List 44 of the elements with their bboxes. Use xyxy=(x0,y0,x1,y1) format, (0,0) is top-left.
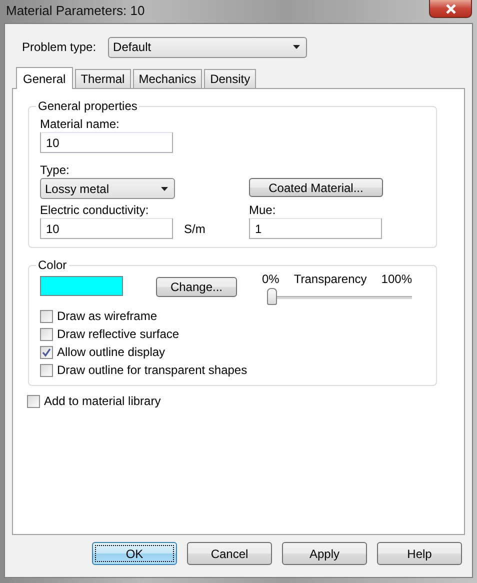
checkbox[interactable] xyxy=(27,394,40,408)
type-dropdown[interactable]: Lossy metal xyxy=(40,178,175,199)
field-label: Type: xyxy=(40,162,70,178)
slider-label: 100% xyxy=(381,272,412,286)
tab[interactable]: General xyxy=(16,67,73,89)
dropdown-arrow-icon xyxy=(293,45,300,49)
tab[interactable]: Mechanics xyxy=(132,69,202,88)
input-field[interactable]: 10 xyxy=(40,218,173,239)
field-label: Problem type: xyxy=(22,40,96,54)
checkbox-label[interactable]: Draw reflective surface xyxy=(57,327,180,341)
dialog-button[interactable]: Cancel xyxy=(187,542,272,565)
field-label: Mue: xyxy=(249,202,277,218)
close-icon xyxy=(444,4,456,14)
tab[interactable]: Density xyxy=(204,69,256,88)
slider-label: Transparency xyxy=(294,272,367,286)
checkbox-label[interactable]: Draw as wireframe xyxy=(57,309,158,323)
tab[interactable]: Thermal xyxy=(74,69,131,88)
field-label: Electric conductivity: xyxy=(40,202,150,218)
change-button[interactable]: Change... xyxy=(156,277,237,297)
window-title: Material Parameters: 10 xyxy=(6,2,145,18)
coated-material-button[interactable]: Coated Material... xyxy=(249,178,383,197)
checkbox[interactable] xyxy=(40,346,53,358)
group-title: General properties xyxy=(37,99,138,113)
slider-thumb[interactable] xyxy=(267,288,277,305)
color-swatch[interactable] xyxy=(40,276,123,296)
checkbox-label[interactable]: Add to material library xyxy=(44,394,161,408)
checkbox-label[interactable]: Allow outline display xyxy=(57,345,166,359)
checkbox-label[interactable]: Draw outline for transparent shapes xyxy=(57,363,248,377)
checkbox[interactable] xyxy=(40,364,53,376)
close-button[interactable] xyxy=(429,0,472,18)
unit-label: S/m xyxy=(183,222,206,236)
group-title: Color xyxy=(37,258,68,272)
input-field[interactable]: 10 xyxy=(40,132,173,153)
dialog-button[interactable]: Help xyxy=(377,542,462,565)
dialog-button[interactable]: OK xyxy=(92,542,177,565)
dropdown-arrow-icon xyxy=(161,186,168,190)
problem-type-dropdown[interactable]: Default xyxy=(108,36,308,58)
input-field[interactable]: 1 xyxy=(249,218,382,239)
checkbox[interactable] xyxy=(40,328,53,340)
transparency-slider[interactable] xyxy=(267,288,412,305)
field-label: Material name: xyxy=(40,116,120,132)
dialog-button[interactable]: Apply xyxy=(282,542,367,565)
checkbox[interactable] xyxy=(40,310,53,322)
slider-label: 0% xyxy=(262,272,280,286)
